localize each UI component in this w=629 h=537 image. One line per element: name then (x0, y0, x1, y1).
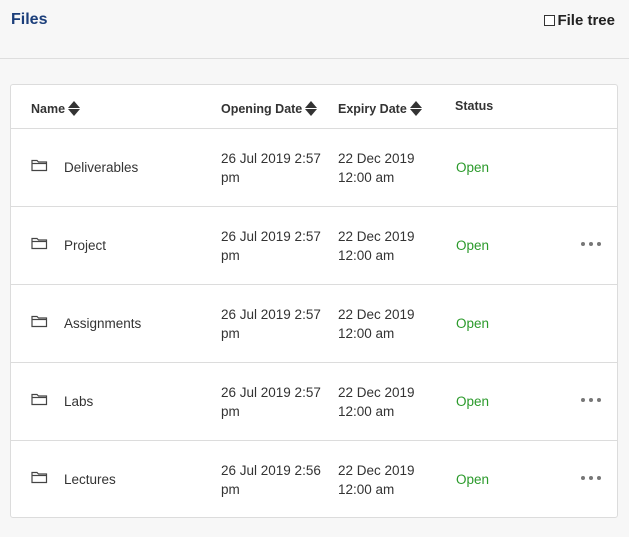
expiry-date-line1: 22 Dec 2019 (338, 229, 415, 244)
menu-dot (597, 242, 601, 246)
expiry-date-line2: 12:00 am (338, 482, 395, 497)
folder-icon (31, 159, 48, 172)
opening-date-line2: pm (221, 326, 240, 341)
menu-dot (589, 476, 593, 480)
opening-date: 26 Jul 2019 2:57 pm (221, 149, 331, 187)
more-options-icon[interactable] (581, 395, 601, 405)
expiry-date-line2: 12:00 am (338, 326, 395, 341)
column-label-name: Name (31, 101, 66, 116)
table-row[interactable]: Project 26 Jul 2019 2:57 pm 22 Dec 2019 … (11, 206, 617, 285)
expiry-date-line1: 22 Dec 2019 (338, 151, 415, 166)
opening-date: 26 Jul 2019 2:57 pm (221, 383, 331, 421)
folder-name-link[interactable]: Lectures (64, 472, 116, 487)
menu-dot (597, 476, 601, 480)
opening-date: 26 Jul 2019 2:56 pm (221, 461, 331, 499)
table-row[interactable]: Lectures 26 Jul 2019 2:56 pm 22 Dec 2019… (11, 440, 617, 518)
opening-date-line2: pm (221, 404, 240, 419)
menu-dot (581, 242, 585, 246)
status-badge: Open (456, 472, 490, 487)
folder-icon (31, 393, 48, 406)
column-header-expiry-date[interactable]: Expiry Date (338, 101, 422, 116)
menu-dot (581, 398, 585, 402)
opening-date-line1: 26 Jul 2019 2:57 (221, 307, 321, 322)
file-tree-label: File tree (557, 12, 615, 29)
opening-date-line1: 26 Jul 2019 2:57 (221, 229, 321, 244)
expiry-date: 22 Dec 2019 12:00 am (338, 227, 448, 265)
opening-date-line1: 26 Jul 2019 2:57 (221, 151, 321, 166)
opening-date-line2: pm (221, 482, 240, 497)
more-options-icon[interactable] (581, 473, 601, 483)
menu-dot (589, 398, 593, 402)
expiry-date-line1: 22 Dec 2019 (338, 385, 415, 400)
sort-icon[interactable] (68, 101, 81, 116)
expiry-date-line1: 22 Dec 2019 (338, 307, 415, 322)
opening-date: 26 Jul 2019 2:57 pm (221, 305, 331, 343)
folder-name-link[interactable]: Deliverables (64, 160, 138, 175)
column-header-name[interactable]: Name (31, 101, 81, 116)
files-table: Name Opening Date Expiry Date Status Del… (10, 84, 618, 518)
table-row[interactable]: Assignments 26 Jul 2019 2:57 pm 22 Dec 2… (11, 284, 617, 363)
expiry-date-line2: 12:00 am (338, 248, 395, 263)
expiry-date-line2: 12:00 am (338, 170, 395, 185)
folder-icon (31, 315, 48, 328)
expiry-date: 22 Dec 2019 12:00 am (338, 383, 448, 421)
expiry-date: 22 Dec 2019 12:00 am (338, 305, 448, 343)
column-label-status: Status (455, 99, 494, 113)
column-header-opening-date[interactable]: Opening Date (221, 101, 318, 116)
status-badge: Open (456, 238, 490, 253)
opening-date: 26 Jul 2019 2:57 pm (221, 227, 331, 265)
opening-date-line2: pm (221, 248, 240, 263)
file-tree-checkbox[interactable] (544, 15, 556, 26)
status-badge: Open (456, 316, 490, 331)
status-badge: Open (456, 160, 490, 175)
opening-date-line1: 26 Jul 2019 2:57 (221, 385, 321, 400)
opening-date-line2: pm (221, 170, 240, 185)
menu-dot (589, 242, 593, 246)
file-tree-toggle[interactable]: File tree (544, 12, 615, 29)
opening-date-line1: 26 Jul 2019 2:56 (221, 463, 321, 478)
menu-dot (581, 476, 585, 480)
column-label-opening-date: Opening Date (221, 101, 303, 116)
table-row[interactable]: Labs 26 Jul 2019 2:57 pm 22 Dec 2019 12:… (11, 362, 617, 441)
page-header: Files File tree (0, 0, 629, 59)
folder-icon (31, 237, 48, 250)
column-header-status: Status (455, 99, 493, 113)
expiry-date-line1: 22 Dec 2019 (338, 463, 415, 478)
menu-dot (597, 398, 601, 402)
page-title: Files (11, 11, 48, 28)
folder-name-link[interactable]: Assignments (64, 316, 141, 331)
status-badge: Open (456, 394, 490, 409)
sort-icon[interactable] (409, 101, 422, 116)
table-header: Name Opening Date Expiry Date Status (11, 85, 617, 129)
column-label-expiry-date: Expiry Date (338, 101, 407, 116)
expiry-date-line2: 12:00 am (338, 404, 395, 419)
folder-name-link[interactable]: Labs (64, 394, 93, 409)
folder-name-link[interactable]: Project (64, 238, 106, 253)
more-options-icon[interactable] (581, 239, 601, 249)
expiry-date: 22 Dec 2019 12:00 am (338, 461, 448, 499)
folder-icon (31, 471, 48, 484)
sort-icon[interactable] (305, 101, 318, 116)
table-row[interactable]: Deliverables 26 Jul 2019 2:57 pm 22 Dec … (11, 128, 617, 207)
expiry-date: 22 Dec 2019 12:00 am (338, 149, 448, 187)
